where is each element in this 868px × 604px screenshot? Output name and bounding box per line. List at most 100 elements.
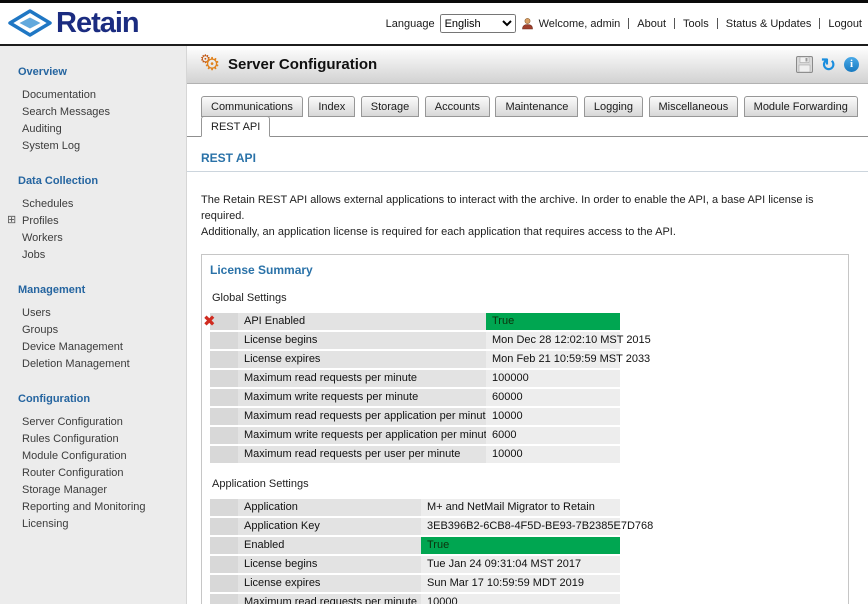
sidebar-item-server-configuration[interactable]: Server Configuration bbox=[0, 414, 186, 431]
tab-communications[interactable]: Communications bbox=[201, 96, 303, 117]
retain-logo-text: Retain bbox=[56, 7, 140, 39]
row-value: True bbox=[421, 536, 620, 554]
sidebar-item-workers[interactable]: Workers bbox=[0, 230, 186, 247]
status-updates-link[interactable]: Status & Updates bbox=[726, 18, 812, 30]
refresh-button[interactable]: ↻ bbox=[821, 56, 836, 74]
error-x-icon: ✖ bbox=[203, 312, 216, 330]
topbar-controls: Language English Welcome, admin About To… bbox=[386, 3, 862, 44]
row-value: 3EB396B2-6CB8-4F5D-BE93-7B2385E7D768 bbox=[421, 517, 653, 535]
retain-logo[interactable]: Retain bbox=[8, 7, 140, 39]
retain-app: Retain Language English Welcome, admin A… bbox=[0, 0, 868, 604]
license-summary-title: License Summary bbox=[210, 262, 313, 277]
main-content: ⚙ ⚙ Server Configuration ↻ i Communicati… bbox=[187, 46, 868, 604]
sidebar-item-profiles[interactable]: ⊞ Profiles bbox=[0, 213, 186, 230]
sidebar-item-licensing[interactable]: Licensing bbox=[0, 516, 186, 533]
divider bbox=[674, 18, 676, 29]
row-status-cell bbox=[210, 407, 238, 425]
row-status-cell bbox=[210, 555, 238, 573]
row-status-cell bbox=[210, 445, 238, 463]
sidebar-item-storage-manager[interactable]: Storage Manager bbox=[0, 482, 186, 499]
tab-maintenance[interactable]: Maintenance bbox=[495, 96, 579, 117]
tools-link[interactable]: Tools bbox=[683, 18, 709, 30]
sidebar-item-auditing[interactable]: Auditing bbox=[0, 121, 186, 138]
sidebar-heading-configuration[interactable]: Configuration bbox=[18, 393, 186, 405]
row-label: Maximum read requests per user per minut… bbox=[238, 445, 486, 463]
row-status-cell bbox=[210, 593, 238, 604]
row-value: Mon Dec 28 12:02:10 MST 2015 bbox=[486, 331, 651, 349]
sidebar-heading-management[interactable]: Management bbox=[18, 284, 186, 296]
sidebar-item-system-log[interactable]: System Log bbox=[0, 138, 186, 155]
sidebar-heading-data-collection[interactable]: Data Collection bbox=[18, 175, 186, 187]
row-status-cell bbox=[210, 517, 238, 535]
sidebar-item-module-configuration[interactable]: Module Configuration bbox=[0, 448, 186, 465]
application-settings-label: Application Settings bbox=[212, 477, 309, 490]
sidebar-item-label: Profiles bbox=[22, 215, 59, 227]
tab-storage[interactable]: Storage bbox=[360, 96, 420, 117]
table-row: License expires Mon Feb 21 10:59:59 MST … bbox=[210, 350, 838, 368]
body-row: Overview Documentation Search Messages A… bbox=[0, 46, 868, 604]
table-row: Maximum read requests per minute 100000 bbox=[210, 369, 838, 387]
table-row: License begins Mon Dec 28 12:02:10 MST 2… bbox=[210, 331, 838, 349]
tab-rest-api[interactable]: REST API bbox=[201, 116, 271, 137]
row-label: Application Key bbox=[238, 517, 421, 535]
retain-logo-icon bbox=[8, 9, 52, 37]
table-row: Maximum read requests per minute 10000 bbox=[210, 593, 838, 604]
table-row: Application M+ and NetMail Migrator to R… bbox=[210, 498, 838, 516]
language-label: Language bbox=[385, 17, 435, 30]
sidebar-item-router-configuration[interactable]: Router Configuration bbox=[0, 465, 186, 482]
tab-index[interactable]: Index bbox=[308, 96, 356, 117]
sidebar-item-search-messages[interactable]: Search Messages bbox=[0, 104, 186, 121]
tab-module-forwarding[interactable]: Module Forwarding bbox=[743, 96, 858, 117]
sidebar-item-reporting-and-monitoring[interactable]: Reporting and Monitoring bbox=[0, 499, 186, 516]
row-status-cell bbox=[210, 331, 238, 349]
info-button[interactable]: i bbox=[844, 57, 859, 72]
row-label: API Enabled bbox=[238, 312, 486, 330]
tab-logging[interactable]: Logging bbox=[583, 96, 644, 117]
sidebar-item-users[interactable]: Users bbox=[0, 305, 186, 322]
logout-link[interactable]: Logout bbox=[828, 18, 862, 30]
row-value: 100000 bbox=[486, 369, 620, 387]
rest-api-section-header: REST API bbox=[187, 149, 868, 172]
sidebar-item-deletion-management[interactable]: Deletion Management bbox=[0, 356, 186, 373]
sidebar-item-rules-configuration[interactable]: Rules Configuration bbox=[0, 431, 186, 448]
row-label: Maximum read requests per application pe… bbox=[238, 407, 492, 425]
row-status-cell bbox=[210, 426, 238, 444]
admin-user-icon bbox=[521, 17, 534, 30]
table-row: Maximum write requests per minute 60000 bbox=[210, 388, 838, 406]
sidebar-item-device-management[interactable]: Device Management bbox=[0, 339, 186, 356]
save-button[interactable] bbox=[795, 56, 813, 73]
about-link[interactable]: About bbox=[637, 18, 666, 30]
row-label: License expires bbox=[238, 350, 486, 368]
welcome-text: Welcome, admin bbox=[538, 17, 621, 30]
sidebar-item-jobs[interactable]: Jobs bbox=[0, 247, 186, 264]
description-line: The Retain REST API allows external appl… bbox=[201, 194, 814, 222]
sidebar-item-documentation[interactable]: Documentation bbox=[0, 87, 186, 104]
row-status-cell bbox=[210, 369, 238, 387]
application-settings-table: Application M+ and NetMail Migrator to R… bbox=[210, 498, 838, 604]
divider bbox=[628, 18, 630, 29]
row-status-cell bbox=[210, 388, 238, 406]
global-settings-table: ✖ API Enabled True License begins Mon De… bbox=[203, 312, 838, 463]
row-label: Application bbox=[238, 498, 421, 516]
row-status-cell bbox=[210, 536, 238, 554]
divider bbox=[716, 18, 718, 29]
row-status-cell: ✖ bbox=[203, 312, 238, 330]
row-value: M+ and NetMail Migrator to Retain bbox=[421, 498, 620, 516]
row-value: 6000 bbox=[486, 426, 620, 444]
top-header: Retain Language English Welcome, admin A… bbox=[0, 0, 868, 46]
row-value: 60000 bbox=[486, 388, 620, 406]
tab-miscellaneous[interactable]: Miscellaneous bbox=[648, 96, 739, 117]
rest-api-section-title: REST API bbox=[201, 151, 256, 165]
expand-icon[interactable]: ⊞ bbox=[7, 214, 16, 227]
description-line: Additionally, an application license is … bbox=[201, 225, 676, 238]
save-icon bbox=[795, 56, 813, 73]
row-value: 10000 bbox=[421, 593, 620, 604]
info-icon: i bbox=[844, 57, 859, 72]
language-select[interactable]: English bbox=[439, 14, 516, 33]
row-label: Maximum read requests per minute bbox=[238, 369, 486, 387]
row-value: Sun Mar 17 10:59:59 MDT 2019 bbox=[421, 574, 620, 592]
tab-accounts[interactable]: Accounts bbox=[424, 96, 490, 117]
sidebar-heading-overview[interactable]: Overview bbox=[18, 66, 186, 78]
sidebar-item-groups[interactable]: Groups bbox=[0, 322, 186, 339]
sidebar-item-schedules[interactable]: Schedules bbox=[0, 196, 186, 213]
